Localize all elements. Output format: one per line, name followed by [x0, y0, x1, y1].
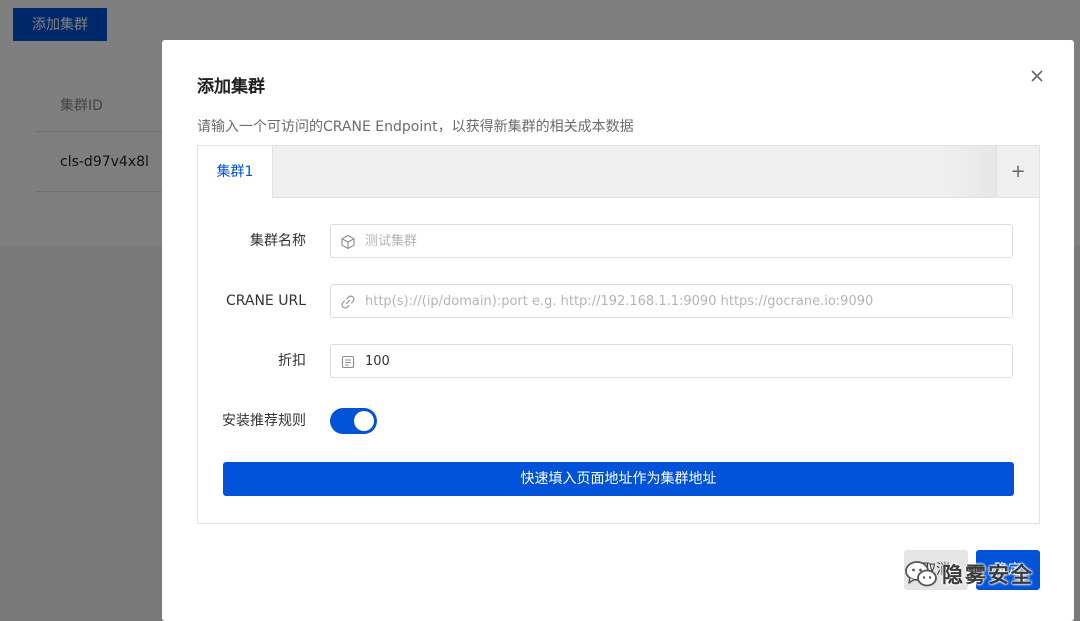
cluster-name-input[interactable]: [365, 225, 1005, 257]
dialog-title: 添加集群: [197, 77, 265, 97]
form-row-discount: 折扣: [198, 344, 1039, 378]
toggle-knob: [354, 411, 374, 431]
cluster-name-field[interactable]: [330, 224, 1013, 258]
tab-bar: 集群1 +: [198, 146, 1039, 198]
discount-input[interactable]: [365, 345, 1005, 377]
crane-url-field[interactable]: [330, 284, 1013, 318]
crane-url-label: CRANE URL: [225, 293, 306, 309]
cluster-name-label: 集群名称: [250, 233, 306, 249]
close-icon[interactable]: [1028, 67, 1046, 85]
cluster-tabs: 集群1 + 集群名称 CRANE URL: [197, 145, 1040, 524]
cube-icon: [341, 234, 355, 250]
dialog-description: 请输入一个可访问的CRANE Endpoint，以获得新集群的相关成本数据: [197, 119, 634, 135]
watermark: 隐雾安全: [904, 553, 1074, 597]
form-row-crane-url: CRANE URL: [198, 284, 1039, 318]
document-icon: [341, 355, 355, 369]
discount-field[interactable]: [330, 344, 1013, 378]
crane-url-input[interactable]: [365, 285, 1005, 317]
quick-fill-address-button[interactable]: 快速填入页面地址作为集群地址: [223, 462, 1014, 496]
add-tab-button[interactable]: +: [996, 146, 1039, 197]
link-icon: [341, 295, 355, 309]
tab-cluster-1[interactable]: 集群1: [198, 146, 273, 198]
watermark-text: 隐雾安全: [942, 563, 1034, 587]
wechat-logo-icon: [905, 561, 937, 587]
discount-label: 折扣: [278, 353, 306, 369]
recommend-rules-label: 安装推荐规则: [222, 413, 306, 429]
tab-bar-fade: [948, 146, 998, 197]
form-row-recommend-rules: 安装推荐规则: [198, 404, 1039, 438]
form-row-cluster-name: 集群名称: [198, 224, 1039, 258]
add-cluster-dialog: 添加集群 请输入一个可访问的CRANE Endpoint，以获得新集群的相关成本…: [162, 40, 1074, 621]
recommend-rules-toggle[interactable]: [330, 408, 377, 434]
